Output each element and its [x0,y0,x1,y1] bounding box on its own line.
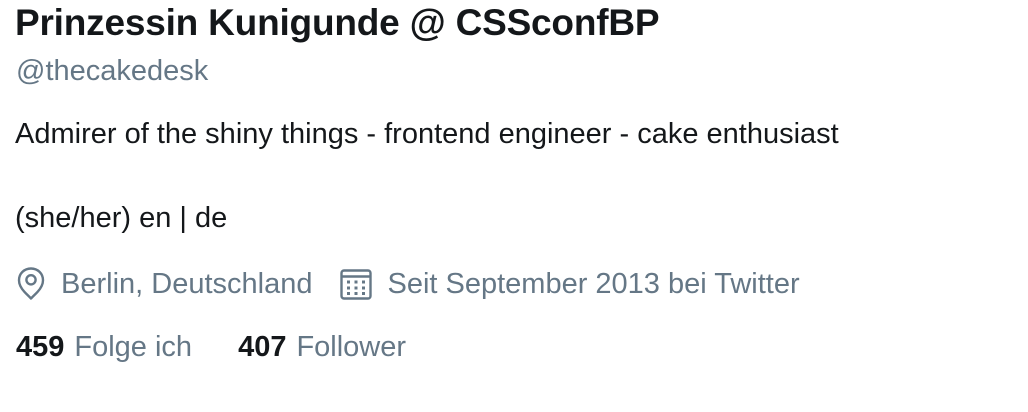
profile-display-name: Prinzessin Kunigunde @ CSSconfBP [15,2,660,43]
followers-label: Follower [296,331,407,363]
profile-bio-line-1: Admirer of the shiny things - frontend e… [15,118,839,150]
profile-meta-row: Berlin, Deutschland Seit September 2013 … [16,265,800,303]
following-count: 459 [16,331,65,363]
calendar-icon [339,267,373,301]
profile-join-date: Seit September 2013 bei Twitter [339,267,800,301]
profile-header-card: Prinzessin Kunigunde @ CSSconfBP @thecak… [0,0,1028,412]
location-pin-icon [16,266,46,302]
location-text: Berlin, Deutschland [61,268,313,300]
followers-stat-link[interactable]: 407 Follower [238,330,406,364]
followers-count: 407 [238,331,287,363]
profile-location: Berlin, Deutschland [16,266,312,302]
join-date-text: Seit September 2013 bei Twitter [387,268,800,300]
profile-handle[interactable]: @thecakedesk [16,54,208,88]
following-label: Folge ich [74,331,193,363]
profile-stats-row: 459 Folge ich 407 Follower [16,330,406,364]
profile-bio-line-2: (she/her) en | de [15,202,228,234]
following-stat-link[interactable]: 459 Folge ich [16,330,192,364]
